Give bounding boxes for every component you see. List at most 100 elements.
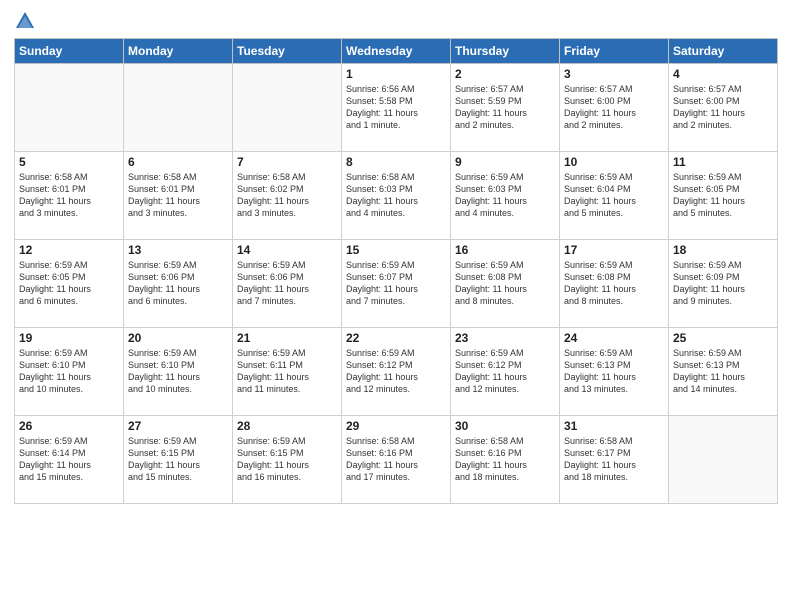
calendar-cell: 13 Sunrise: 6:59 AMSunset: 6:06 PMDayligh… — [124, 240, 233, 328]
calendar-cell: 4 Sunrise: 6:57 AMSunset: 6:00 PMDaylight… — [669, 64, 778, 152]
header — [14, 10, 778, 32]
logo — [14, 10, 40, 32]
day-info: Sunrise: 6:59 AMSunset: 6:08 PMDaylight:… — [455, 259, 555, 308]
day-info: Sunrise: 6:59 AMSunset: 6:03 PMDaylight:… — [455, 171, 555, 220]
day-number: 12 — [19, 243, 119, 257]
calendar-cell: 28Sunrise: 6:59 AMSunset: 6:15 PMDayligh… — [233, 416, 342, 504]
day-number: 19 — [19, 331, 119, 345]
day-number: 14 — [237, 243, 337, 257]
day-number: 11 — [673, 155, 773, 169]
day-info: Sunrise: 6:58 AMSunset: 6:03 PMDaylight:… — [346, 171, 446, 220]
weekday-header-row: SundayMondayTuesdayWednesdayThursdayFrid… — [15, 39, 778, 64]
day-number: 29 — [346, 419, 446, 433]
calendar-cell: 21Sunrise: 6:59 AMSunset: 6:11 PMDayligh… — [233, 328, 342, 416]
calendar-cell: 12 Sunrise: 6:59 AMSunset: 6:05 PMDayligh… — [15, 240, 124, 328]
calendar-cell: 26Sunrise: 6:59 AMSunset: 6:14 PMDayligh… — [15, 416, 124, 504]
day-info: Sunrise: 6:59 AMSunset: 6:06 PMDaylight:… — [128, 259, 228, 308]
calendar-cell: 31Sunrise: 6:58 AMSunset: 6:17 PMDayligh… — [560, 416, 669, 504]
calendar-week-1: 1 Sunrise: 6:56 AMSunset: 5:58 PMDaylight… — [15, 64, 778, 152]
day-number: 16 — [455, 243, 555, 257]
weekday-header-sunday: Sunday — [15, 39, 124, 64]
calendar-cell: 19 Sunrise: 6:59 AMSunset: 6:10 PMDayligh… — [15, 328, 124, 416]
day-number: 10 — [564, 155, 664, 169]
day-info: Sunrise: 6:59 AMSunset: 6:07 PMDaylight:… — [346, 259, 446, 308]
calendar-cell: 24Sunrise: 6:59 AMSunset: 6:13 PMDayligh… — [560, 328, 669, 416]
day-info: Sunrise: 6:58 AMSunset: 6:02 PMDaylight:… — [237, 171, 337, 220]
day-info: Sunrise: 6:58 AMSunset: 6:17 PMDaylight:… — [564, 435, 664, 484]
day-number: 8 — [346, 155, 446, 169]
day-info: Sunrise: 6:57 AMSunset: 6:00 PMDaylight:… — [673, 83, 773, 132]
calendar-cell: 29Sunrise: 6:58 AMSunset: 6:16 PMDayligh… — [342, 416, 451, 504]
calendar-week-5: 26Sunrise: 6:59 AMSunset: 6:14 PMDayligh… — [15, 416, 778, 504]
day-info: Sunrise: 6:57 AMSunset: 6:00 PMDaylight:… — [564, 83, 664, 132]
weekday-header-tuesday: Tuesday — [233, 39, 342, 64]
day-number: 1 — [346, 67, 446, 81]
day-info: Sunrise: 6:59 AMSunset: 6:04 PMDaylight:… — [564, 171, 664, 220]
day-info: Sunrise: 6:59 AMSunset: 6:11 PMDaylight:… — [237, 347, 337, 396]
weekday-header-thursday: Thursday — [451, 39, 560, 64]
day-info: Sunrise: 6:59 AMSunset: 6:10 PMDaylight:… — [19, 347, 119, 396]
day-number: 20 — [128, 331, 228, 345]
day-info: Sunrise: 6:56 AMSunset: 5:58 PMDaylight:… — [346, 83, 446, 132]
day-info: Sunrise: 6:58 AMSunset: 6:16 PMDaylight:… — [455, 435, 555, 484]
day-number: 25 — [673, 331, 773, 345]
weekday-header-saturday: Saturday — [669, 39, 778, 64]
day-number: 3 — [564, 67, 664, 81]
weekday-header-wednesday: Wednesday — [342, 39, 451, 64]
day-info: Sunrise: 6:59 AMSunset: 6:08 PMDaylight:… — [564, 259, 664, 308]
main-container: SundayMondayTuesdayWednesdayThursdayFrid… — [0, 0, 792, 510]
weekday-header-friday: Friday — [560, 39, 669, 64]
calendar-cell — [15, 64, 124, 152]
day-number: 30 — [455, 419, 555, 433]
calendar-week-3: 12 Sunrise: 6:59 AMSunset: 6:05 PMDayligh… — [15, 240, 778, 328]
day-number: 5 — [19, 155, 119, 169]
day-info: Sunrise: 6:59 AMSunset: 6:05 PMDaylight:… — [673, 171, 773, 220]
calendar-cell: 22 Sunrise: 6:59 AMSunset: 6:12 PMDayligh… — [342, 328, 451, 416]
day-info: Sunrise: 6:57 AMSunset: 5:59 PMDaylight:… — [455, 83, 555, 132]
day-number: 9 — [455, 155, 555, 169]
day-info: Sunrise: 6:59 AMSunset: 6:09 PMDaylight:… — [673, 259, 773, 308]
day-number: 2 — [455, 67, 555, 81]
calendar-cell — [669, 416, 778, 504]
calendar-cell: 17 Sunrise: 6:59 AMSunset: 6:08 PMDayligh… — [560, 240, 669, 328]
weekday-header-monday: Monday — [124, 39, 233, 64]
calendar-table: SundayMondayTuesdayWednesdayThursdayFrid… — [14, 38, 778, 504]
calendar-cell: 15 Sunrise: 6:59 AMSunset: 6:07 PMDayligh… — [342, 240, 451, 328]
day-number: 13 — [128, 243, 228, 257]
day-info: Sunrise: 6:59 AMSunset: 6:05 PMDaylight:… — [19, 259, 119, 308]
calendar-cell — [124, 64, 233, 152]
calendar-cell: 14 Sunrise: 6:59 AMSunset: 6:06 PMDayligh… — [233, 240, 342, 328]
day-info: Sunrise: 6:59 AMSunset: 6:15 PMDaylight:… — [128, 435, 228, 484]
day-info: Sunrise: 6:59 AMSunset: 6:12 PMDaylight:… — [346, 347, 446, 396]
calendar-cell: 3 Sunrise: 6:57 AMSunset: 6:00 PMDaylight… — [560, 64, 669, 152]
calendar-cell: 10 Sunrise: 6:59 AMSunset: 6:04 PMDayligh… — [560, 152, 669, 240]
calendar-cell — [233, 64, 342, 152]
day-number: 6 — [128, 155, 228, 169]
day-info: Sunrise: 6:59 AMSunset: 6:15 PMDaylight:… — [237, 435, 337, 484]
day-info: Sunrise: 6:59 AMSunset: 6:06 PMDaylight:… — [237, 259, 337, 308]
calendar-cell: 30 Sunrise: 6:58 AMSunset: 6:16 PMDayligh… — [451, 416, 560, 504]
calendar-cell: 8 Sunrise: 6:58 AMSunset: 6:03 PMDaylight… — [342, 152, 451, 240]
day-number: 27 — [128, 419, 228, 433]
day-info: Sunrise: 6:58 AMSunset: 6:01 PMDaylight:… — [128, 171, 228, 220]
day-number: 18 — [673, 243, 773, 257]
calendar-cell: 2 Sunrise: 6:57 AMSunset: 5:59 PMDaylight… — [451, 64, 560, 152]
day-number: 7 — [237, 155, 337, 169]
calendar-cell: 1 Sunrise: 6:56 AMSunset: 5:58 PMDaylight… — [342, 64, 451, 152]
day-info: Sunrise: 6:59 AMSunset: 6:10 PMDaylight:… — [128, 347, 228, 396]
day-number: 4 — [673, 67, 773, 81]
day-info: Sunrise: 6:59 AMSunset: 6:14 PMDaylight:… — [19, 435, 119, 484]
day-number: 23 — [455, 331, 555, 345]
calendar-cell: 23Sunrise: 6:59 AMSunset: 6:12 PMDayligh… — [451, 328, 560, 416]
day-info: Sunrise: 6:58 AMSunset: 6:01 PMDaylight:… — [19, 171, 119, 220]
day-number: 22 — [346, 331, 446, 345]
calendar-cell: 5 Sunrise: 6:58 AMSunset: 6:01 PMDaylight… — [15, 152, 124, 240]
day-number: 17 — [564, 243, 664, 257]
calendar-cell: 6 Sunrise: 6:58 AMSunset: 6:01 PMDaylight… — [124, 152, 233, 240]
day-number: 15 — [346, 243, 446, 257]
calendar-cell: 25Sunrise: 6:59 AMSunset: 6:13 PMDayligh… — [669, 328, 778, 416]
day-info: Sunrise: 6:59 AMSunset: 6:13 PMDaylight:… — [564, 347, 664, 396]
calendar-cell: 27 Sunrise: 6:59 AMSunset: 6:15 PMDayligh… — [124, 416, 233, 504]
calendar-week-2: 5 Sunrise: 6:58 AMSunset: 6:01 PMDaylight… — [15, 152, 778, 240]
logo-icon — [14, 10, 36, 32]
